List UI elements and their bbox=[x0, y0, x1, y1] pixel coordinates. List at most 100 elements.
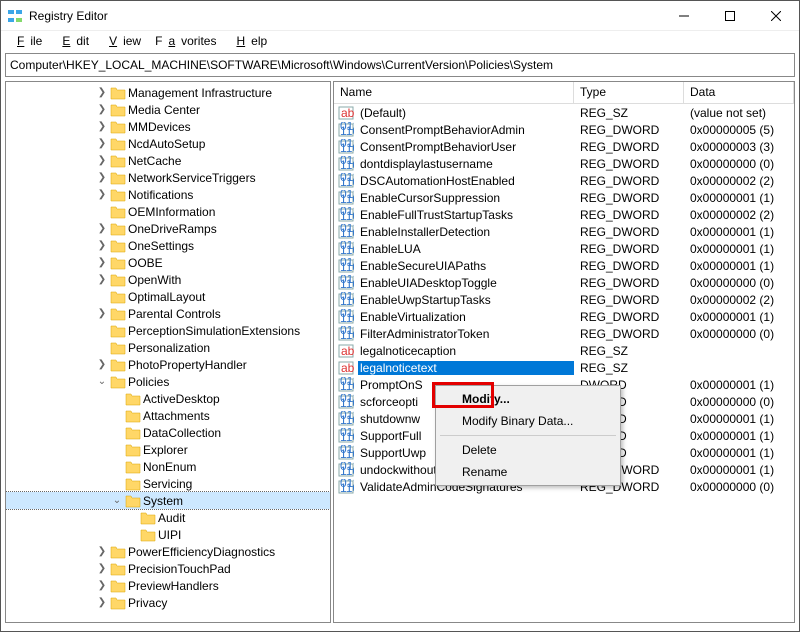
tree-item[interactable]: ❯PhotoPropertyHandler bbox=[6, 356, 330, 373]
tree-item[interactable]: OEMInformation bbox=[6, 203, 330, 220]
address-bar[interactable]: Computer\HKEY_LOCAL_MACHINE\SOFTWARE\Mic… bbox=[5, 53, 795, 77]
value-row[interactable]: ablegalnoticetextREG_SZ bbox=[334, 359, 794, 376]
expand-icon[interactable]: ❯ bbox=[96, 597, 108, 608]
maximize-button[interactable] bbox=[707, 1, 753, 31]
tree-item[interactable]: OptimalLayout bbox=[6, 288, 330, 305]
col-data[interactable]: Data bbox=[684, 82, 794, 103]
value-row[interactable]: 011110EnableFullTrustStartupTasksREG_DWO… bbox=[334, 206, 794, 223]
expand-icon[interactable]: ❯ bbox=[96, 257, 108, 268]
expand-icon[interactable]: ❯ bbox=[96, 138, 108, 149]
ctx-modify[interactable]: Modify... bbox=[438, 388, 618, 410]
tree-item[interactable]: Attachments bbox=[6, 407, 330, 424]
tree-item[interactable]: Personalization bbox=[6, 339, 330, 356]
menu-view[interactable]: View bbox=[97, 32, 147, 50]
tree-item[interactable]: ❯OpenWith bbox=[6, 271, 330, 288]
column-header[interactable]: Name Type Data bbox=[334, 82, 794, 104]
expand-icon[interactable]: ❯ bbox=[96, 546, 108, 557]
value-row[interactable]: 011110DSCAutomationHostEnabledREG_DWORD0… bbox=[334, 172, 794, 189]
tree-item[interactable]: ❯Management Infrastructure bbox=[6, 84, 330, 101]
expand-icon[interactable] bbox=[111, 427, 123, 438]
value-row[interactable]: 011110EnableVirtualizationREG_DWORD0x000… bbox=[334, 308, 794, 325]
tree-item[interactable]: ❯MMDevices bbox=[6, 118, 330, 135]
tree-item[interactable]: Explorer bbox=[6, 441, 330, 458]
value-row[interactable]: ab(Default)REG_SZ(value not set) bbox=[334, 104, 794, 121]
tree-item[interactable]: ❯PrecisionTouchPad bbox=[6, 560, 330, 577]
expand-icon[interactable] bbox=[96, 325, 108, 336]
expand-icon[interactable]: ❯ bbox=[96, 172, 108, 183]
col-name[interactable]: Name bbox=[334, 82, 574, 103]
tree-item[interactable]: ❯PowerEfficiencyDiagnostics bbox=[6, 543, 330, 560]
values-pane[interactable]: Name Type Data ab(Default)REG_SZ(value n… bbox=[333, 81, 795, 623]
tree-pane[interactable]: ❯Management Infrastructure❯Media Center❯… bbox=[5, 81, 331, 623]
value-type: REG_DWORD bbox=[574, 259, 684, 273]
menu-file[interactable]: File bbox=[5, 32, 48, 50]
ctx-modify-binary[interactable]: Modify Binary Data... bbox=[438, 410, 618, 432]
expand-icon[interactable] bbox=[96, 206, 108, 217]
tree-item[interactable]: Servicing bbox=[6, 475, 330, 492]
value-data: 0x00000000 (0) bbox=[684, 395, 794, 409]
tree-item[interactable]: DataCollection bbox=[6, 424, 330, 441]
tree-item[interactable]: ❯PreviewHandlers bbox=[6, 577, 330, 594]
col-type[interactable]: Type bbox=[574, 82, 684, 103]
tree-item[interactable]: ❯NcdAutoSetup bbox=[6, 135, 330, 152]
expand-icon[interactable]: ❯ bbox=[96, 580, 108, 591]
value-row[interactable]: 011110EnableCursorSuppressionREG_DWORD0x… bbox=[334, 189, 794, 206]
expand-icon[interactable] bbox=[111, 410, 123, 421]
expand-icon[interactable]: ❯ bbox=[96, 359, 108, 370]
expand-icon[interactable]: ⌄ bbox=[111, 495, 123, 506]
tree-item[interactable]: ❯OneSettings bbox=[6, 237, 330, 254]
expand-icon[interactable]: ❯ bbox=[96, 87, 108, 98]
tree-item[interactable]: ❯Media Center bbox=[6, 101, 330, 118]
tree-item[interactable]: ⌄Policies bbox=[6, 373, 330, 390]
ctx-rename[interactable]: Rename bbox=[438, 461, 618, 483]
value-row[interactable]: 011110EnableLUAREG_DWORD0x00000001 (1) bbox=[334, 240, 794, 257]
tree-item[interactable]: ❯Privacy bbox=[6, 594, 330, 611]
close-button[interactable] bbox=[753, 1, 799, 31]
tree-item[interactable]: PerceptionSimulationExtensions bbox=[6, 322, 330, 339]
value-row[interactable]: 011110EnableInstallerDetectionREG_DWORD0… bbox=[334, 223, 794, 240]
menu-help[interactable]: Help bbox=[224, 32, 273, 50]
expand-icon[interactable] bbox=[96, 342, 108, 353]
tree-item[interactable]: ❯OneDriveRamps bbox=[6, 220, 330, 237]
tree-item[interactable]: UIPI bbox=[6, 526, 330, 543]
tree-item[interactable]: ❯Notifications bbox=[6, 186, 330, 203]
minimize-button[interactable] bbox=[661, 1, 707, 31]
tree-item[interactable]: ❯NetworkServiceTriggers bbox=[6, 169, 330, 186]
tree-item[interactable]: ❯NetCache bbox=[6, 152, 330, 169]
expand-icon[interactable]: ❯ bbox=[96, 563, 108, 574]
tree-item[interactable]: Audit bbox=[6, 509, 330, 526]
tree-item[interactable]: ❯OOBE bbox=[6, 254, 330, 271]
value-row[interactable]: 011110EnableUIADesktopToggleREG_DWORD0x0… bbox=[334, 274, 794, 291]
value-row[interactable]: 011110EnableSecureUIAPathsREG_DWORD0x000… bbox=[334, 257, 794, 274]
expand-icon[interactable]: ❯ bbox=[96, 189, 108, 200]
tree-item[interactable]: ⌄System bbox=[6, 492, 330, 509]
expand-icon[interactable] bbox=[96, 291, 108, 302]
expand-icon[interactable] bbox=[126, 512, 138, 523]
value-row[interactable]: 011110EnableUwpStartupTasksREG_DWORD0x00… bbox=[334, 291, 794, 308]
tree-item[interactable]: ❯Parental Controls bbox=[6, 305, 330, 322]
expand-icon[interactable]: ❯ bbox=[96, 155, 108, 166]
tree-item[interactable]: NonEnum bbox=[6, 458, 330, 475]
expand-icon[interactable] bbox=[111, 393, 123, 404]
value-row[interactable]: 011110dontdisplaylastusernameREG_DWORD0x… bbox=[334, 155, 794, 172]
value-row[interactable]: 011110FilterAdministratorTokenREG_DWORD0… bbox=[334, 325, 794, 342]
menu-favorites[interactable]: Favorites bbox=[149, 32, 222, 50]
expand-icon[interactable]: ❯ bbox=[96, 223, 108, 234]
expand-icon[interactable]: ❯ bbox=[96, 104, 108, 115]
ctx-delete[interactable]: Delete bbox=[438, 439, 618, 461]
expand-icon[interactable]: ⌄ bbox=[96, 376, 108, 387]
expand-icon[interactable]: ❯ bbox=[96, 121, 108, 132]
expand-icon[interactable]: ❯ bbox=[96, 274, 108, 285]
svg-text:110: 110 bbox=[340, 311, 354, 325]
menu-edit[interactable]: Edit bbox=[50, 32, 95, 50]
expand-icon[interactable] bbox=[111, 461, 123, 472]
expand-icon[interactable]: ❯ bbox=[96, 240, 108, 251]
expand-icon[interactable] bbox=[111, 478, 123, 489]
value-row[interactable]: 011110ConsentPromptBehaviorAdminREG_DWOR… bbox=[334, 121, 794, 138]
tree-item[interactable]: ActiveDesktop bbox=[6, 390, 330, 407]
expand-icon[interactable] bbox=[111, 444, 123, 455]
expand-icon[interactable] bbox=[126, 529, 138, 540]
value-row[interactable]: ablegalnoticecaptionREG_SZ bbox=[334, 342, 794, 359]
expand-icon[interactable]: ❯ bbox=[96, 308, 108, 319]
value-row[interactable]: 011110ConsentPromptBehaviorUserREG_DWORD… bbox=[334, 138, 794, 155]
